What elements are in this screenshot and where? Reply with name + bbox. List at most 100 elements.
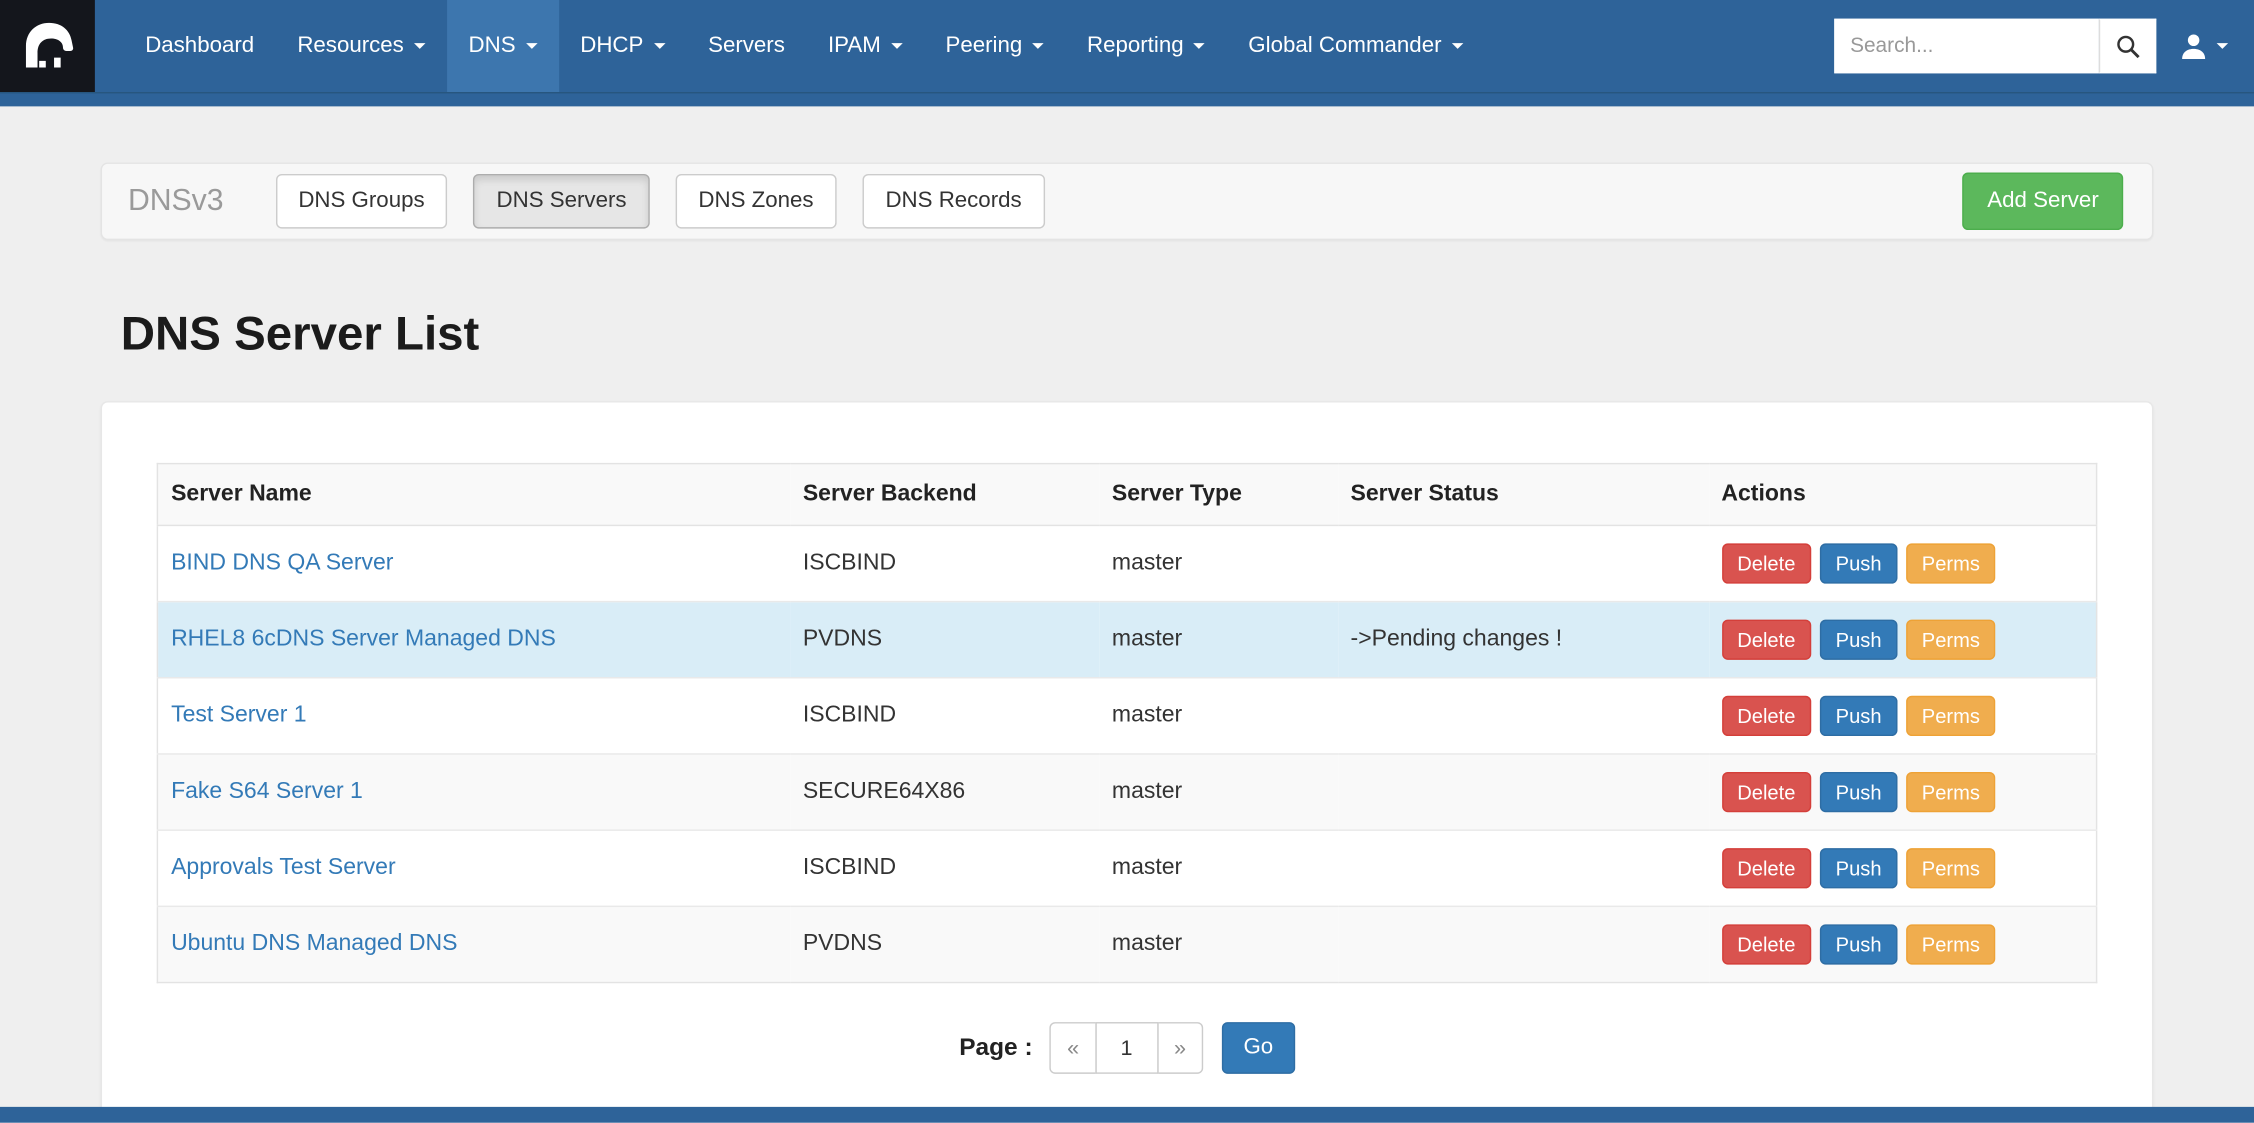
table-row: Ubuntu DNS Managed DNSPVDNSmasterDeleteP…	[157, 906, 2096, 982]
cell-type: master	[1099, 906, 1338, 982]
delete-button[interactable]: Delete	[1721, 772, 1811, 812]
cell-actions: DeletePushPerms	[1708, 830, 2096, 906]
pagination: Page : « » Go	[157, 1022, 2098, 1074]
tab-dns-records[interactable]: DNS Records	[862, 174, 1044, 229]
chevron-down-icon	[653, 43, 665, 49]
delete-button[interactable]: Delete	[1721, 696, 1811, 736]
nav-item-label: DNS	[469, 33, 516, 59]
server-name-link[interactable]: Ubuntu DNS Managed DNS	[171, 932, 457, 956]
delete-button[interactable]: Delete	[1721, 924, 1811, 964]
nav-item-peering[interactable]: Peering	[924, 0, 1066, 92]
perms-button[interactable]: Perms	[1906, 620, 1996, 660]
tab-dns-groups[interactable]: DNS Groups	[275, 174, 447, 229]
search-input[interactable]	[1834, 19, 2099, 74]
chevron-down-icon	[1452, 43, 1464, 49]
cell-backend: PVDNS	[790, 906, 1099, 982]
table-row: BIND DNS QA ServerISCBINDmasterDeletePus…	[157, 525, 2096, 601]
server-name-link[interactable]: BIND DNS QA Server	[171, 551, 393, 575]
server-table: Server NameServer BackendServer TypeServ…	[157, 463, 2098, 983]
perms-button[interactable]: Perms	[1906, 772, 1996, 812]
push-button[interactable]: Push	[1820, 924, 1898, 964]
nav-item-dns[interactable]: DNS	[447, 0, 559, 92]
cell-backend: ISCBIND	[790, 525, 1099, 601]
cell-status	[1338, 830, 1709, 906]
cell-actions: DeletePushPerms	[1708, 678, 2096, 754]
tab-dns-servers[interactable]: DNS Servers	[474, 174, 650, 229]
nav-item-resources[interactable]: Resources	[276, 0, 447, 92]
page-title: DNS Server List	[121, 306, 2154, 361]
go-button[interactable]: Go	[1222, 1022, 1295, 1074]
table-row: RHEL8 6cDNS Server Managed DNSPVDNSmaste…	[157, 602, 2096, 678]
chevron-down-icon	[526, 43, 538, 49]
cell-status	[1338, 678, 1709, 754]
nav-item-label: Reporting	[1087, 33, 1184, 59]
cell-actions: DeletePushPerms	[1708, 525, 2096, 601]
page: Dashboard Resources DNS DHCP ServersIPAM Peer…	[0, 0, 2254, 1123]
server-list-card: Server NameServer BackendServer TypeServ…	[101, 401, 2154, 1115]
delete-button[interactable]: Delete	[1721, 848, 1811, 888]
perms-button[interactable]: Perms	[1906, 924, 1996, 964]
dns-tab-group: DNS Groups DNS Servers DNS Zones DNS Record…	[275, 174, 1044, 229]
nav-item-label: DHCP	[580, 33, 643, 59]
push-button[interactable]: Push	[1820, 772, 1898, 812]
push-button[interactable]: Push	[1820, 620, 1898, 660]
add-server-button[interactable]: Add Server	[1963, 173, 2123, 231]
table-row: Fake S64 Server 1SECURE64X86masterDelete…	[157, 754, 2096, 830]
navbar-substrip	[0, 92, 2254, 106]
user-menu[interactable]	[2179, 32, 2228, 61]
cell-status: ->Pending changes !	[1338, 602, 1709, 678]
user-icon	[2179, 32, 2208, 61]
delete-button[interactable]: Delete	[1721, 543, 1811, 583]
table-row: Test Server 1 ISCBINDmaster DeletePushPerm…	[157, 678, 2096, 754]
nav-item-ipam[interactable]: IPAM	[806, 0, 924, 92]
chevron-down-icon	[2217, 43, 2229, 49]
nav-item-dashboard[interactable]: Dashboard	[124, 0, 276, 92]
chevron-down-icon	[1194, 43, 1206, 49]
nav-menu: Dashboard Resources DNS DHCP ServersIPAM Peer…	[95, 0, 1485, 92]
page-number-input[interactable]	[1095, 1022, 1158, 1074]
perms-button[interactable]: Perms	[1906, 848, 1996, 888]
search-icon	[2115, 34, 2139, 58]
push-button[interactable]: Push	[1820, 543, 1898, 583]
nav-item-label: Dashboard	[145, 33, 254, 59]
pagination-prev-button[interactable]: «	[1050, 1022, 1096, 1074]
nav-item-label: Peering	[945, 33, 1022, 59]
column-header-server-backend: Server Backend	[790, 464, 1099, 526]
server-name-link[interactable]: Approvals Test Server	[171, 855, 396, 879]
server-name-link[interactable]: Test Server 1	[171, 703, 307, 727]
app-title: DNSv3	[128, 184, 224, 219]
nav-item-global-commander[interactable]: Global Commander	[1227, 0, 1485, 92]
column-header-actions: Actions	[1708, 464, 2096, 526]
nav-item-reporting[interactable]: Reporting	[1065, 0, 1226, 92]
chevron-down-icon	[891, 43, 903, 49]
column-header-server-name: Server Name	[157, 464, 790, 526]
nav-item-servers[interactable]: Servers	[687, 0, 807, 92]
pagination-next-button[interactable]: »	[1157, 1022, 1203, 1074]
logo[interactable]	[0, 0, 95, 92]
table-header-row: Server NameServer BackendServer TypeServ…	[157, 464, 2096, 526]
cell-type: master	[1099, 602, 1338, 678]
top-navbar: Dashboard Resources DNS DHCP ServersIPAM Peer…	[0, 0, 2254, 92]
nav-item-label: Global Commander	[1248, 33, 1441, 59]
perms-button[interactable]: Perms	[1906, 543, 1996, 583]
nav-item-label: Resources	[297, 33, 404, 59]
footer-bar	[0, 1107, 2254, 1123]
cell-type: master	[1099, 754, 1338, 830]
tab-dns-zones[interactable]: DNS Zones	[675, 174, 836, 229]
table-row: Approvals Test ServerISCBINDmasterDelete…	[157, 830, 2096, 906]
cell-status	[1338, 525, 1709, 601]
cell-actions: DeletePushPerms	[1708, 754, 2096, 830]
search-button[interactable]	[2099, 19, 2157, 74]
push-button[interactable]: Push	[1820, 848, 1898, 888]
cell-type: master	[1099, 678, 1338, 754]
chevron-down-icon	[1032, 43, 1044, 49]
nav-item-dhcp[interactable]: DHCP	[559, 0, 687, 92]
pagination-label: Page :	[959, 1034, 1032, 1063]
cell-backend: ISCBIND	[790, 678, 1099, 754]
navbar-right	[1834, 0, 2254, 92]
push-button[interactable]: Push	[1820, 696, 1898, 736]
delete-button[interactable]: Delete	[1721, 620, 1811, 660]
server-name-link[interactable]: Fake S64 Server 1	[171, 779, 363, 803]
perms-button[interactable]: Perms	[1906, 696, 1996, 736]
server-name-link[interactable]: RHEL8 6cDNS Server Managed DNS	[171, 627, 556, 651]
